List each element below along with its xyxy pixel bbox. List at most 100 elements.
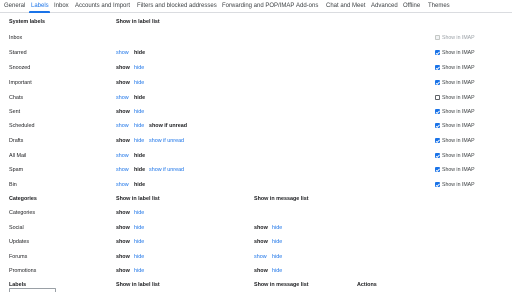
imap-checkbox[interactable] (435, 35, 440, 40)
tab-accounts-import[interactable]: Accounts and Import (75, 3, 130, 10)
category-row-forums: Forums show hide show hide (0, 250, 512, 264)
show-option: show (116, 225, 130, 231)
tab-forwarding[interactable]: Forwarding and POP/IMAP (222, 3, 294, 10)
imap-checkbox[interactable] (435, 153, 440, 158)
imap-label: Show in IMAP (442, 35, 475, 41)
imap-checkbox[interactable] (435, 80, 440, 85)
hide-option: hide (134, 182, 146, 188)
hide-link[interactable]: hide (134, 253, 144, 261)
show-option: show (116, 268, 130, 274)
show-option: show (116, 138, 130, 144)
label-name: All Mail (9, 153, 27, 159)
message-hide-link[interactable]: hide (272, 224, 282, 232)
category-row-updates: Updates show hide show hide (0, 235, 512, 249)
tab-advanced[interactable]: Advanced (371, 3, 398, 10)
label-name: Chats (9, 95, 24, 101)
tab-offline[interactable]: Offline (403, 3, 420, 10)
imap-checkbox[interactable] (435, 167, 440, 172)
label-name: Important (9, 80, 32, 86)
message-show-link[interactable]: show (254, 253, 267, 261)
category-row-promotions: Promotions show hide show hide (0, 264, 512, 278)
category-name: Categories (9, 210, 36, 216)
message-hide-link[interactable]: hide (272, 267, 282, 275)
show-link[interactable]: show (116, 94, 129, 102)
tab-filters[interactable]: Filters and blocked addresses (137, 3, 217, 10)
label-name: Snoozed (9, 65, 31, 71)
category-name: Forums (9, 254, 28, 260)
hide-link[interactable]: hide (134, 267, 144, 275)
show-option: show (116, 210, 130, 216)
tab-general[interactable]: General (4, 3, 25, 10)
gmail-label-settings: General Labels Inbox Accounts and Import… (0, 0, 512, 292)
hide-link[interactable]: hide (134, 79, 144, 87)
category-name: Updates (9, 239, 30, 245)
imap-label: Show in IMAP (442, 167, 475, 173)
imap-checkbox[interactable] (435, 109, 440, 114)
col-message-list: Show in message list (254, 196, 309, 202)
show-option: show (116, 80, 130, 86)
category-row-social: Social show hide show hide (0, 221, 512, 235)
hide-link[interactable]: hide (134, 108, 144, 116)
system-labels-title: System labels (9, 19, 45, 25)
label-row-spam: Spam show hide show if unread Show in IM… (0, 163, 512, 177)
tab-themes[interactable]: Themes (428, 3, 450, 10)
label-name: Bin (9, 182, 17, 188)
imap-checkbox[interactable] (435, 50, 440, 55)
show-link[interactable]: show (116, 49, 129, 57)
hide-link[interactable]: hide (134, 224, 144, 232)
hide-link[interactable]: hide (134, 209, 144, 217)
hide-link[interactable]: hide (134, 122, 144, 130)
hide-option: hide (134, 50, 146, 56)
system-labels-header: System labels Show in label list (0, 18, 512, 28)
labels-header: Labels Show in label list Show in messag… (0, 281, 512, 291)
message-hide-link[interactable]: hide (272, 238, 282, 246)
imap-checkbox[interactable] (435, 138, 440, 143)
tab-labels[interactable]: Labels (31, 3, 49, 10)
imap-checkbox[interactable] (435, 182, 440, 187)
category-name: Social (9, 225, 24, 231)
label-name: Drafts (9, 138, 24, 144)
show-option: show (116, 239, 130, 245)
show-if-unread-option: show if unread (149, 123, 188, 129)
label-name: Starred (9, 50, 27, 56)
imap-checkbox[interactable] (435, 123, 440, 128)
hide-option: hide (134, 153, 146, 159)
hide-link[interactable]: hide (134, 137, 144, 145)
imap-label: Show in IMAP (442, 138, 475, 144)
show-option: show (116, 65, 130, 71)
imap-checkbox[interactable] (435, 95, 440, 100)
show-link[interactable]: show (116, 122, 129, 130)
label-row-important: Important show hide Show in IMAP (0, 76, 512, 90)
category-name: Promotions (9, 268, 37, 274)
show-option: show (116, 109, 130, 115)
hide-link[interactable]: hide (134, 64, 144, 72)
message-hide-link[interactable]: hide (272, 253, 282, 261)
create-label-button[interactable] (9, 288, 56, 292)
show-if-unread-link[interactable]: show if unread (149, 137, 184, 145)
label-row-snoozed: Snoozed show hide Show in IMAP (0, 61, 512, 75)
label-row-all-mail: All Mail show hide Show in IMAP (0, 149, 512, 163)
imap-label: Show in IMAP (442, 123, 475, 129)
imap-checkbox[interactable] (435, 65, 440, 70)
hide-link[interactable]: hide (134, 238, 144, 246)
categories-header: Categories Show in label list Show in me… (0, 195, 512, 205)
label-row-inbox: Inbox Show in IMAP (0, 31, 512, 45)
message-show-option: show (254, 239, 268, 245)
imap-label: Show in IMAP (442, 50, 475, 56)
tab-inbox[interactable]: Inbox (54, 3, 69, 10)
tab-addons[interactable]: Add-ons (296, 3, 318, 10)
category-row-categories: Categories show hide (0, 206, 512, 220)
show-link[interactable]: show (116, 166, 129, 174)
imap-label: Show in IMAP (442, 109, 475, 115)
label-row-scheduled: Scheduled show hide show if unread Show … (0, 119, 512, 133)
active-tab-indicator (29, 11, 50, 13)
imap-label: Show in IMAP (442, 80, 475, 86)
message-show-option: show (254, 268, 268, 274)
show-option: show (116, 254, 130, 260)
show-if-unread-link[interactable]: show if unread (149, 166, 184, 174)
categories-title: Categories (9, 196, 37, 202)
show-link[interactable]: show (116, 181, 129, 189)
show-link[interactable]: show (116, 152, 129, 160)
tab-chat-meet[interactable]: Chat and Meet (326, 3, 365, 10)
label-name: Inbox (9, 35, 23, 41)
